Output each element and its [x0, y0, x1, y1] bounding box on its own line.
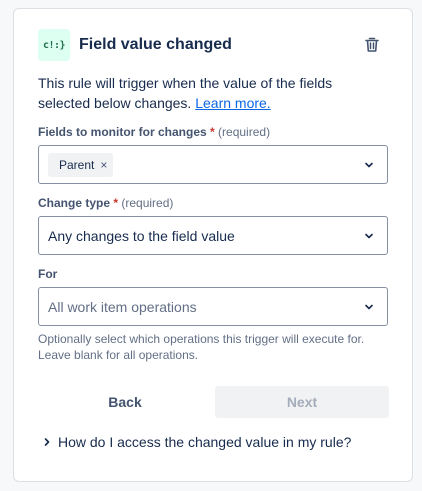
change-type-label: Change type * (required)	[38, 196, 173, 210]
change-type-value: Any changes to the field value	[48, 227, 235, 244]
panel-header: c!:} Field value changed	[38, 28, 384, 62]
chevron-down-icon	[361, 228, 377, 244]
trigger-config-panel: c!:} Field value changed This rule will …	[13, 8, 413, 482]
field-tag-label: Parent	[59, 157, 95, 172]
delete-button[interactable]	[360, 33, 384, 57]
fields-label-text: Fields to monitor for changes	[38, 125, 207, 139]
selected-tags: Parent ×	[48, 152, 361, 177]
field-tag: Parent ×	[48, 152, 114, 177]
page-title: Field value changed	[79, 36, 232, 53]
required-text: (required)	[218, 125, 271, 139]
next-button[interactable]: Next	[215, 386, 389, 418]
fields-to-monitor-label: Fields to monitor for changes * (require…	[38, 125, 270, 139]
operations-placeholder: All work item operations	[48, 298, 197, 315]
required-text: (required)	[121, 196, 174, 210]
change-type-label-text: Change type	[38, 196, 111, 210]
operations-select[interactable]: All work item operations	[38, 287, 388, 326]
description-text: This rule will trigger when the value of…	[38, 75, 333, 111]
trigger-type-icon: c!:}	[38, 29, 70, 61]
required-star: *	[210, 125, 215, 139]
back-button[interactable]: Back	[38, 386, 212, 418]
expander-label: How do I access the changed value in my …	[58, 434, 352, 450]
trash-icon	[365, 37, 379, 52]
tag-remove-icon[interactable]: ×	[100, 159, 107, 171]
trigger-description: This rule will trigger when the value of…	[38, 73, 378, 113]
required-star: *	[113, 196, 119, 210]
learn-more-link[interactable]: Learn more.	[195, 95, 270, 111]
fields-to-monitor-select[interactable]: Parent ×	[38, 145, 388, 184]
trigger-icon-glyph: c!:}	[42, 39, 66, 51]
operations-helper-text: Optionally select which operations this …	[38, 332, 365, 362]
chevron-right-icon	[40, 435, 54, 449]
for-label: For	[38, 267, 57, 281]
chevron-down-icon	[361, 157, 377, 173]
changed-value-help-expander[interactable]: How do I access the changed value in my …	[40, 432, 351, 452]
chevron-down-icon	[361, 299, 377, 315]
change-type-select[interactable]: Any changes to the field value	[38, 216, 388, 255]
for-label-text: For	[38, 267, 58, 281]
